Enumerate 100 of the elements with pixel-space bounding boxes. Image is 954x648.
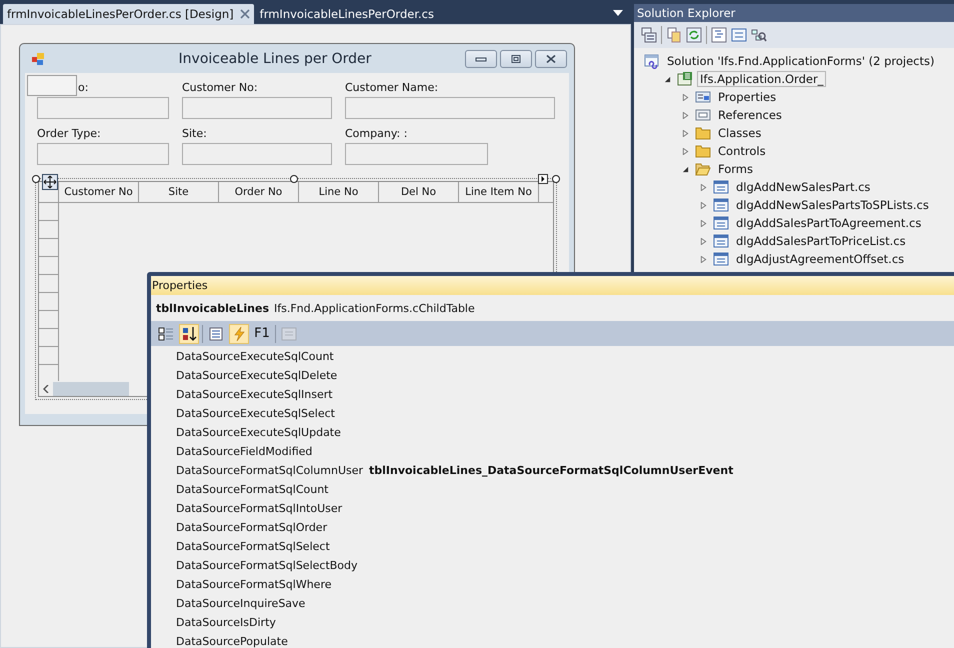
expand-arrow-icon[interactable] bbox=[700, 220, 707, 226]
event-name[interactable]: DataSourceExecuteSqlSelect bbox=[176, 407, 369, 420]
expand-arrow-icon[interactable] bbox=[700, 256, 707, 262]
designer-view-icon[interactable] bbox=[731, 27, 747, 43]
field-label: Order Type: bbox=[37, 127, 102, 140]
column-header[interactable]: Line Item No bbox=[459, 182, 539, 202]
close-button[interactable] bbox=[535, 50, 567, 68]
tree-item[interactable]: dlgAddNewSalesPartsToSPLists.cs bbox=[733, 197, 932, 213]
folder-icon bbox=[695, 143, 711, 159]
event-name[interactable]: DataSourceFormatSqlWhere bbox=[176, 578, 369, 591]
panel-title: Solution Explorer bbox=[634, 4, 954, 22]
field-label: Customer Name: bbox=[345, 81, 440, 94]
event-name[interactable]: DataSourceExecuteSqlDelete bbox=[176, 369, 369, 382]
event-name[interactable]: DataSourceFieldModified bbox=[176, 445, 369, 458]
project-icon bbox=[677, 71, 693, 87]
close-icon bbox=[545, 54, 557, 62]
form-app-icon bbox=[31, 52, 45, 66]
references-icon bbox=[695, 107, 711, 123]
input-field[interactable] bbox=[345, 97, 555, 119]
expand-arrow-icon[interactable] bbox=[682, 112, 689, 118]
form-title: Invoiceable Lines per Order bbox=[178, 50, 372, 66]
smart-tag-icon[interactable] bbox=[538, 174, 548, 184]
scroll-left-icon[interactable] bbox=[43, 384, 49, 392]
event-name[interactable]: DataSourceFormatSqlColumnUser bbox=[176, 464, 369, 477]
tree-item[interactable]: References bbox=[715, 107, 785, 123]
minimize-button[interactable] bbox=[465, 50, 497, 68]
events-button[interactable] bbox=[229, 324, 249, 344]
event-name[interactable]: DataSourceFormatSqlSelect bbox=[176, 540, 369, 553]
input-field[interactable] bbox=[345, 143, 488, 165]
selected-label-box[interactable] bbox=[27, 75, 77, 96]
properties-icon bbox=[695, 89, 711, 105]
resize-handle[interactable] bbox=[290, 175, 298, 183]
help-button[interactable]: F1 bbox=[252, 324, 272, 344]
tree-item[interactable]: Controls bbox=[715, 143, 769, 159]
column-header[interactable]: Site bbox=[139, 182, 219, 202]
folder-icon bbox=[695, 125, 711, 141]
event-name[interactable]: DataSourceInquireSave bbox=[176, 597, 369, 610]
column-header[interactable]: Order No bbox=[219, 182, 299, 202]
expand-arrow-icon[interactable] bbox=[682, 130, 689, 136]
column-header[interactable]: Customer No bbox=[59, 182, 139, 202]
collapse-arrow-icon[interactable] bbox=[682, 166, 689, 172]
column-header[interactable]: Line No bbox=[299, 182, 379, 202]
document-tab[interactable]: frmInvoicableLinesPerOrder.cs [Design] bbox=[3, 4, 254, 24]
event-name[interactable]: DataSourceExecuteSqlCount bbox=[176, 350, 369, 363]
column-header[interactable]: Del No bbox=[379, 182, 459, 202]
field-label: o: bbox=[78, 81, 88, 94]
resize-handle[interactable] bbox=[32, 175, 40, 183]
event-name[interactable]: DataSourceFormatSqlCount bbox=[176, 483, 369, 496]
expand-arrow-icon[interactable] bbox=[700, 238, 707, 244]
tree-item[interactable]: Forms bbox=[715, 161, 756, 177]
expand-arrow-icon[interactable] bbox=[682, 94, 689, 100]
tree-item[interactable]: Ifs.Application.Order_ bbox=[697, 71, 826, 87]
input-field[interactable] bbox=[37, 97, 169, 119]
dropdown-arrow-icon[interactable] bbox=[613, 10, 623, 16]
object-type: Ifs.Fnd.ApplicationForms.cChildTable bbox=[274, 302, 475, 314]
form-file-icon bbox=[713, 179, 729, 195]
event-name[interactable]: DataSourcePopulate bbox=[176, 635, 369, 648]
solution-icon bbox=[644, 53, 660, 69]
event-handler-value[interactable]: tblInvoicableLines_DataSourceFormatSqlColumnUserEvent bbox=[369, 464, 734, 477]
tree-item[interactable]: dlgAdjustAgreementOffset.cs bbox=[733, 251, 908, 267]
alphabetical-button[interactable] bbox=[179, 324, 199, 344]
field-label: Site: bbox=[182, 127, 208, 140]
folder-icon bbox=[695, 161, 711, 177]
field-label: Company: : bbox=[345, 127, 408, 140]
input-field[interactable] bbox=[182, 97, 332, 119]
object-name: tblInvoicableLines bbox=[156, 302, 269, 314]
event-name[interactable]: DataSourceIsDirty bbox=[176, 616, 369, 629]
event-name[interactable]: DataSourceFormatSqlSelectBody bbox=[176, 559, 369, 572]
tree-item[interactable]: Properties bbox=[715, 89, 780, 105]
tree-item[interactable]: Classes bbox=[715, 125, 764, 141]
panel-title: Properties bbox=[151, 276, 954, 295]
move-handle-icon[interactable] bbox=[42, 174, 58, 190]
class-diagram-icon[interactable] bbox=[751, 27, 767, 43]
expand-arrow-icon[interactable] bbox=[682, 148, 689, 154]
event-name[interactable]: DataSourceExecuteSqlUpdate bbox=[176, 426, 369, 439]
copy-icon[interactable] bbox=[666, 27, 682, 43]
tree-item[interactable]: dlgAddNewSalesPart.cs bbox=[733, 179, 874, 195]
expand-arrow-icon[interactable] bbox=[700, 184, 707, 190]
expand-arrow-icon[interactable] bbox=[700, 202, 707, 208]
input-field[interactable] bbox=[37, 143, 169, 165]
show-files-icon[interactable] bbox=[641, 27, 657, 43]
event-name[interactable]: DataSourceFormatSqlIntoUser bbox=[176, 502, 369, 515]
maximize-icon bbox=[510, 54, 522, 62]
tree-item[interactable]: dlgAddSalesPartToAgreement.cs bbox=[733, 215, 924, 231]
event-name[interactable]: DataSourceExecuteSqlInsert bbox=[176, 388, 369, 401]
code-view-icon[interactable] bbox=[711, 27, 727, 43]
resize-handle[interactable] bbox=[552, 175, 560, 183]
collapse-arrow-icon[interactable] bbox=[664, 76, 671, 82]
tree-item[interactable]: Solution 'Ifs.Fnd.ApplicationForms' (2 projects) bbox=[664, 53, 938, 69]
document-tab[interactable]: frmInvoicableLinesPerOrder.cs bbox=[256, 4, 438, 24]
close-icon[interactable] bbox=[240, 9, 250, 19]
form-file-icon bbox=[713, 233, 729, 249]
maximize-button[interactable] bbox=[500, 50, 532, 68]
minimize-icon bbox=[475, 54, 487, 62]
refresh-icon[interactable] bbox=[686, 27, 702, 43]
form-file-icon bbox=[713, 197, 729, 213]
tree-item[interactable]: dlgAddSalesPartToPriceList.cs bbox=[733, 233, 909, 249]
input-field[interactable] bbox=[182, 143, 332, 165]
event-name[interactable]: DataSourceFormatSqlOrder bbox=[176, 521, 369, 534]
field-label: Customer No: bbox=[182, 81, 259, 94]
